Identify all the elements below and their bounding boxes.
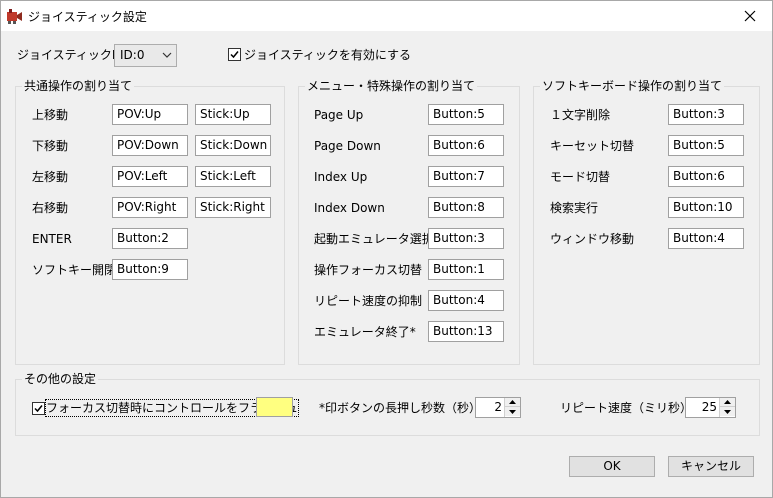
- label-softkey-toggle: ソフトキー開閉: [32, 263, 117, 277]
- label-index-up: Index Up: [314, 170, 368, 184]
- field-move-down-primary[interactable]: POV:Down: [112, 135, 188, 156]
- field-move-up-primary[interactable]: POV:Up: [112, 104, 188, 125]
- chevron-down-icon: [162, 45, 172, 71]
- label-enter: ENTER: [32, 232, 72, 246]
- joystick-id-label: ジョイスティックID: [17, 48, 125, 62]
- checkmark-icon: [230, 51, 239, 59]
- cancel-button[interactable]: キャンセル: [668, 456, 754, 477]
- label-focus-switch: 操作フォーカス切替: [314, 263, 423, 277]
- field-page-down[interactable]: Button:6: [428, 135, 504, 156]
- spinner-buttons: [504, 398, 520, 417]
- label-delete-char: １文字削除: [550, 108, 611, 122]
- field-move-right-secondary[interactable]: Stick:Right: [195, 197, 271, 218]
- spinner-buttons: [719, 398, 735, 417]
- label-keyset-switch: キーセット切替: [550, 139, 635, 153]
- enable-joystick-checkbox[interactable]: [228, 48, 241, 61]
- field-move-left-secondary[interactable]: Stick:Left: [195, 166, 271, 187]
- field-emulator-exit[interactable]: Button:13: [428, 321, 504, 342]
- menu-operations-title: メニュー・特殊操作の割り当て: [305, 79, 478, 93]
- label-index-down: Index Down: [314, 201, 385, 215]
- field-index-up[interactable]: Button:7: [428, 166, 504, 187]
- spin-up-button[interactable]: [505, 398, 520, 407]
- label-page-up: Page Up: [314, 108, 364, 122]
- arrow-up-icon: [509, 400, 516, 404]
- hold-seconds-value: 2: [494, 400, 502, 414]
- app-icon: [7, 9, 22, 24]
- arrow-up-icon: [724, 400, 731, 404]
- label-move-right: 右移動: [32, 201, 69, 215]
- field-enter[interactable]: Button:2: [112, 228, 188, 249]
- other-settings-title: その他の設定: [22, 372, 99, 386]
- field-move-down-secondary[interactable]: Stick:Down: [195, 135, 271, 156]
- enable-joystick-label[interactable]: ジョイスティックを有効にする: [244, 47, 411, 63]
- title-bar: ジョイスティック設定: [1, 1, 772, 31]
- checkmark-icon: [34, 405, 43, 413]
- field-keyset-switch[interactable]: Button:5: [668, 135, 744, 156]
- flash-color-swatch[interactable]: [256, 397, 293, 417]
- field-softkey-toggle[interactable]: Button:9: [112, 259, 188, 280]
- hold-seconds-spinner[interactable]: 2: [475, 397, 521, 418]
- close-button[interactable]: [728, 1, 772, 31]
- close-icon: [744, 10, 756, 22]
- spin-down-button[interactable]: [720, 407, 735, 416]
- label-launch-emulator-select: 起動エミュレータ選択: [314, 232, 434, 246]
- arrow-down-icon: [724, 409, 731, 414]
- field-page-up[interactable]: Button:5: [428, 104, 504, 125]
- spin-up-button[interactable]: [720, 398, 735, 407]
- joystick-id-value: ID:0: [120, 48, 145, 62]
- label-move-left: 左移動: [32, 170, 69, 184]
- common-operations-group: [15, 86, 285, 365]
- common-operations-title: 共通操作の割り当て: [22, 79, 135, 93]
- window-title: ジョイスティック設定: [28, 10, 147, 24]
- field-search-execute[interactable]: Button:10: [668, 197, 744, 218]
- field-move-left-primary[interactable]: POV:Left: [112, 166, 188, 187]
- label-search-execute: 検索実行: [550, 201, 599, 215]
- flash-on-focus-checkbox[interactable]: [32, 402, 45, 415]
- field-index-down[interactable]: Button:8: [428, 197, 504, 218]
- repeat-speed-value: 25: [701, 400, 717, 414]
- repeat-speed-spinner[interactable]: 25: [685, 397, 736, 418]
- label-move-up: 上移動: [32, 108, 69, 122]
- label-page-down: Page Down: [314, 139, 381, 153]
- field-move-right-primary[interactable]: POV:Right: [112, 197, 188, 218]
- label-move-down: 下移動: [32, 139, 69, 153]
- field-launch-emulator-select[interactable]: Button:3: [428, 228, 504, 249]
- joystick-id-select[interactable]: ID:0: [114, 44, 177, 67]
- ok-button[interactable]: OK: [569, 456, 655, 477]
- spin-down-button[interactable]: [505, 407, 520, 416]
- softkeyboard-operations-title: ソフトキーボード操作の割り当て: [540, 79, 725, 93]
- arrow-down-icon: [509, 409, 516, 414]
- label-mode-switch: モード切替: [550, 170, 611, 184]
- softkeyboard-operations-group: [533, 86, 760, 365]
- field-mode-switch[interactable]: Button:6: [668, 166, 744, 187]
- repeat-speed-label: リピート速度（ミリ秒）: [560, 401, 693, 415]
- field-delete-char[interactable]: Button:3: [668, 104, 744, 125]
- field-repeat-suppress[interactable]: Button:4: [428, 290, 504, 311]
- label-repeat-suppress: リピート速度の抑制: [314, 294, 423, 308]
- field-move-up-secondary[interactable]: Stick:Up: [195, 104, 271, 125]
- field-window-move[interactable]: Button:4: [668, 228, 744, 249]
- joystick-settings-dialog: ジョイスティック設定 ジョイスティックID ID:0 ジョイスティックを有効にす…: [0, 0, 773, 498]
- label-emulator-exit: エミュレータ終了*: [314, 325, 416, 339]
- label-window-move: ウィンドウ移動: [550, 232, 635, 246]
- field-focus-switch[interactable]: Button:1: [428, 259, 504, 280]
- hold-seconds-label: *印ボタンの長押し秒数（秒）: [319, 401, 482, 415]
